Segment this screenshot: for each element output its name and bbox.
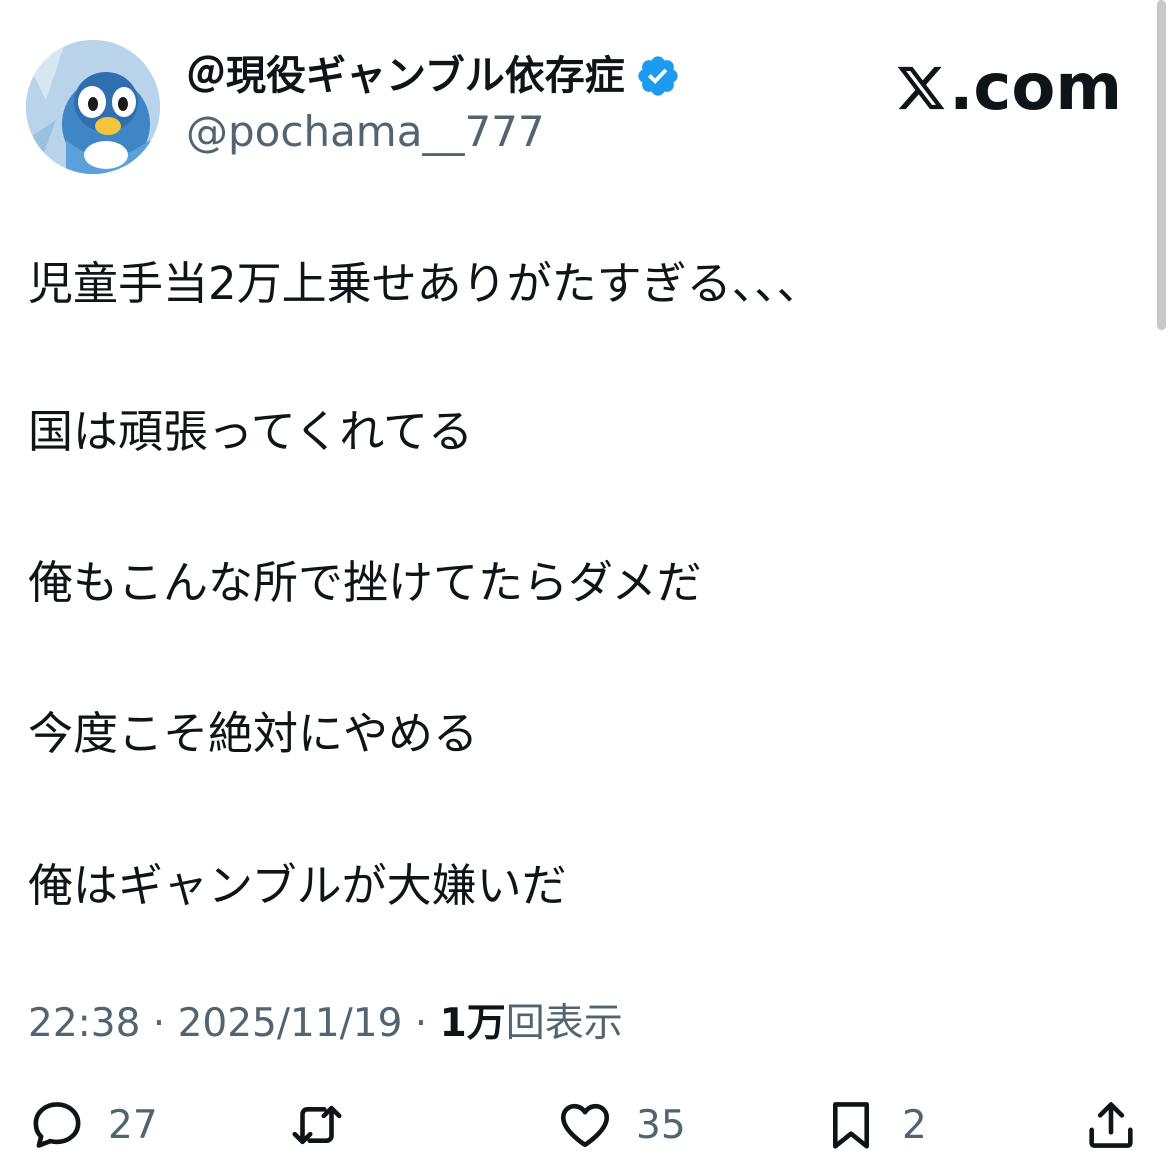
tweet-text-line: 国は頑張ってくれてる [28, 405, 474, 458]
reply-icon [33, 1102, 81, 1148]
meta-separator: · [402, 1001, 440, 1046]
x-logo-icon [897, 66, 945, 110]
views-label: 回表示 [505, 1001, 623, 1046]
like-count: 35 [636, 1102, 686, 1148]
tweet-text-line: 児童手当2万上乗せありがたすぎる、、、 [28, 257, 822, 310]
bookmark-icon [832, 1102, 870, 1149]
verified-badge-icon [638, 56, 678, 96]
piplup-avatar-icon [26, 40, 160, 174]
x-com-brand: .com [895, 52, 1122, 124]
avatar[interactable] [26, 40, 160, 174]
tweet-text-line: 俺はギャンブルが大嫌いだ [28, 859, 567, 912]
meta-separator: · [140, 1001, 178, 1046]
display-name[interactable]: ＠現役ギャンブル依存症 [186, 50, 625, 102]
heart-icon [560, 1103, 610, 1148]
tweet-text-line: 俺もこんな所で挫けてたらダメだ [28, 556, 702, 609]
bookmark-count: 2 [902, 1102, 927, 1148]
share-icon [1089, 1102, 1133, 1148]
tweet-date[interactable]: 2025/11/19 [178, 998, 403, 1050]
author-name-row: ＠現役ギャンブル依存症 [186, 50, 681, 102]
tweet-time[interactable]: 22:38 [28, 998, 140, 1050]
bookmark-button[interactable]: 2 [822, 1090, 927, 1160]
tweet-meta: 22:38 · 2025/11/19 · 1万 回表示 [28, 998, 623, 1050]
scrollbar[interactable] [1157, 0, 1166, 330]
retweet-button[interactable] [288, 1090, 368, 1160]
brand-domain-text: .com [949, 51, 1122, 125]
share-button[interactable] [1082, 1090, 1140, 1160]
author-handle[interactable]: @pochama__777 [186, 104, 545, 160]
tweet-screenshot: ＠現役ギャンブル依存症 @pochama__777 .com 児童手当2万上乗せ… [0, 0, 1170, 1176]
views-count: 1万 [439, 1001, 506, 1046]
reply-button[interactable]: 27 [28, 1090, 158, 1160]
action-bar: 27 35 2 [0, 1090, 1170, 1160]
retweet-icon [292, 1105, 342, 1145]
tweet-text-line: 今度こそ絶対にやめる [28, 707, 479, 760]
like-button[interactable]: 35 [556, 1090, 686, 1160]
reply-count: 27 [108, 1102, 158, 1148]
